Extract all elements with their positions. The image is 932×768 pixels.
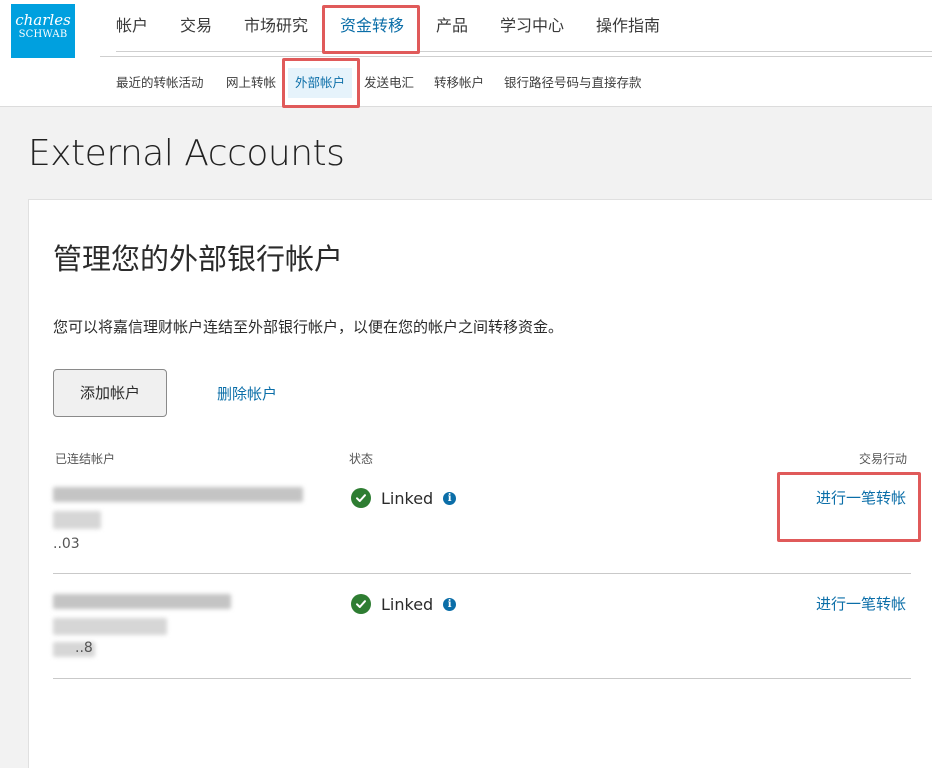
sub-nav-transfer-account[interactable]: 转移帐户 (434, 68, 484, 98)
card-description: 您可以将嘉信理财帐户连结至外部银行帐户，以便在您的帐户之间转移资金。 (53, 318, 564, 336)
account-suffix: ..8 (75, 640, 93, 656)
status-linked: Linked i (351, 488, 457, 508)
main-nav-learning[interactable]: 学习中心 (500, 0, 564, 52)
logo-line1: charles (15, 11, 71, 29)
make-transfer-link[interactable]: 进行一笔转帐 (816, 593, 906, 614)
main-nav-move-money[interactable]: 资金转移 (340, 0, 404, 52)
column-header-action: 交易行动 (859, 452, 908, 466)
redacted-account-name (53, 594, 231, 609)
sub-nav-external-accounts[interactable]: 外部帐户 (288, 68, 353, 98)
main-nav-products[interactable]: 产品 (436, 0, 468, 52)
sub-nav-routing-direct-deposit[interactable]: 银行路径号码与直接存款 (504, 68, 642, 98)
external-accounts-card: 管理您的外部银行帐户 您可以将嘉信理财帐户连结至外部银行帐户，以便在您的帐户之间… (28, 199, 932, 768)
sub-nav-recent-transfers[interactable]: 最近的转帐活动 (116, 68, 204, 98)
status-text: Linked (381, 594, 434, 614)
row-divider (53, 573, 911, 574)
column-header-account: 已连结帐户 (55, 452, 116, 466)
check-circle-icon (351, 594, 371, 614)
schwab-logo[interactable]: charles SCHWAB (11, 4, 75, 58)
main-nav-trade[interactable]: 交易 (180, 0, 212, 52)
main-nav-research[interactable]: 市场研究 (244, 0, 308, 52)
redacted-account-name (53, 487, 303, 502)
top-navigation: charles SCHWAB 帐户 交易 市场研究 资金转移 产品 学习中心 操… (0, 0, 932, 107)
main-nav-guides[interactable]: 操作指南 (596, 0, 660, 52)
row-divider (53, 678, 911, 679)
redacted-account-type (53, 618, 167, 635)
redacted-account-type (53, 511, 101, 529)
info-icon[interactable]: i (443, 491, 457, 505)
remove-account-link[interactable]: 删除帐户 (217, 383, 277, 404)
column-header-status: 状态 (349, 452, 374, 466)
account-suffix: ..03 (53, 536, 80, 552)
status-text: Linked (381, 488, 434, 508)
check-circle-icon (351, 488, 371, 508)
status-linked: Linked i (351, 594, 457, 614)
card-title: 管理您的外部银行帐户 (53, 242, 344, 276)
logo-line2: SCHWAB (18, 29, 68, 40)
sub-nav-online-transfer[interactable]: 网上转帐 (226, 68, 276, 98)
page-title: External Accounts (28, 133, 345, 174)
info-icon[interactable]: i (443, 597, 457, 611)
make-transfer-link[interactable]: 进行一笔转帐 (816, 487, 906, 508)
sub-nav-send-wire[interactable]: 发送电汇 (364, 68, 414, 98)
add-account-button[interactable]: 添加帐户 (53, 369, 167, 417)
